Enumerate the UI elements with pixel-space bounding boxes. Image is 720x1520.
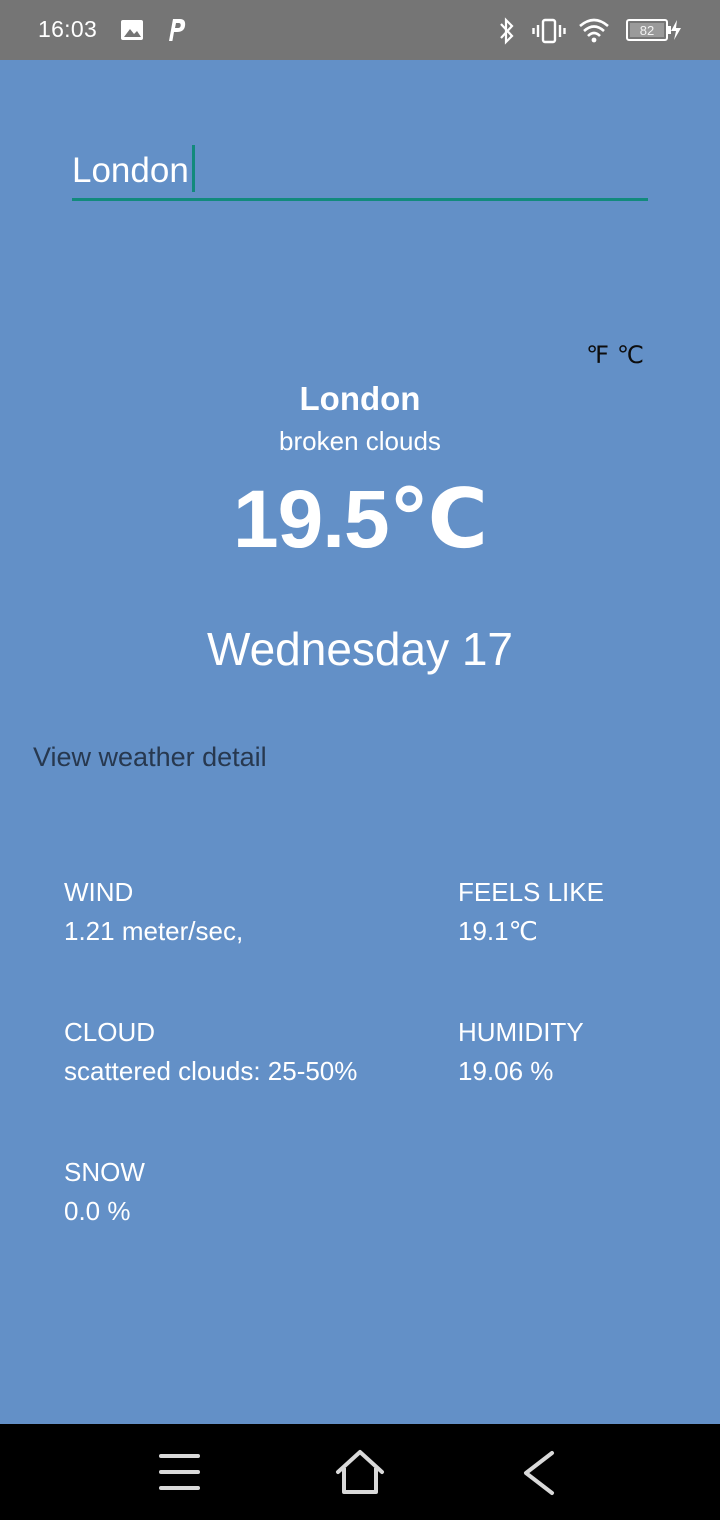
celsius-button[interactable]: ℃ bbox=[617, 341, 644, 370]
view-weather-detail-link[interactable]: View weather detail bbox=[33, 742, 267, 773]
city-name: London bbox=[299, 380, 421, 417]
snow-detail: SNOW 0.0 % bbox=[64, 1157, 145, 1227]
status-time: 16:03 bbox=[38, 16, 98, 42]
feels-like-detail: FEELS LIKE 19.1℃ bbox=[458, 877, 604, 947]
wifi-icon bbox=[579, 18, 609, 43]
feels-like-label: FEELS LIKE bbox=[458, 877, 604, 907]
battery-level-text: 82 bbox=[640, 23, 654, 38]
home-icon[interactable] bbox=[330, 1448, 390, 1498]
menu-icon[interactable] bbox=[150, 1448, 210, 1498]
search-input[interactable] bbox=[72, 143, 648, 201]
back-icon[interactable] bbox=[510, 1448, 570, 1498]
p-app-icon bbox=[169, 19, 186, 41]
vibrate-icon bbox=[532, 18, 566, 44]
current-temperature: 19.5℃ bbox=[233, 474, 488, 565]
wind-value: 1.21 meter/sec, bbox=[64, 916, 244, 946]
humidity-value: 19.06 % bbox=[458, 1056, 554, 1086]
navigation-bar bbox=[0, 1424, 720, 1520]
image-icon bbox=[121, 20, 143, 40]
current-date: Wednesday 17 bbox=[206, 623, 514, 675]
snow-label: SNOW bbox=[64, 1157, 145, 1187]
humidity-detail: HUMIDITY 19.06 % bbox=[458, 1017, 584, 1087]
wind-label: WIND bbox=[64, 877, 134, 907]
wind-detail: WIND 1.21 meter/sec, bbox=[64, 877, 243, 947]
humidity-label: HUMIDITY bbox=[458, 1017, 584, 1047]
weather-condition: broken clouds bbox=[279, 426, 441, 456]
charging-icon bbox=[671, 20, 681, 40]
text-cursor bbox=[192, 145, 195, 192]
bluetooth-icon bbox=[500, 17, 514, 45]
cloud-detail: CLOUD scattered clouds: 25-50% bbox=[64, 1017, 357, 1087]
feels-like-value: 19.1℃ bbox=[458, 916, 538, 946]
status-bar: 16:03 82 bbox=[0, 0, 720, 60]
snow-value: 0.0 % bbox=[64, 1196, 131, 1226]
unit-toggle: ℉ ℃ bbox=[586, 341, 644, 370]
cloud-value: scattered clouds: 25-50% bbox=[64, 1056, 358, 1086]
fahrenheit-button[interactable]: ℉ bbox=[586, 341, 609, 370]
battery-icon: 82 bbox=[626, 19, 671, 41]
cloud-label: CLOUD bbox=[64, 1017, 156, 1047]
